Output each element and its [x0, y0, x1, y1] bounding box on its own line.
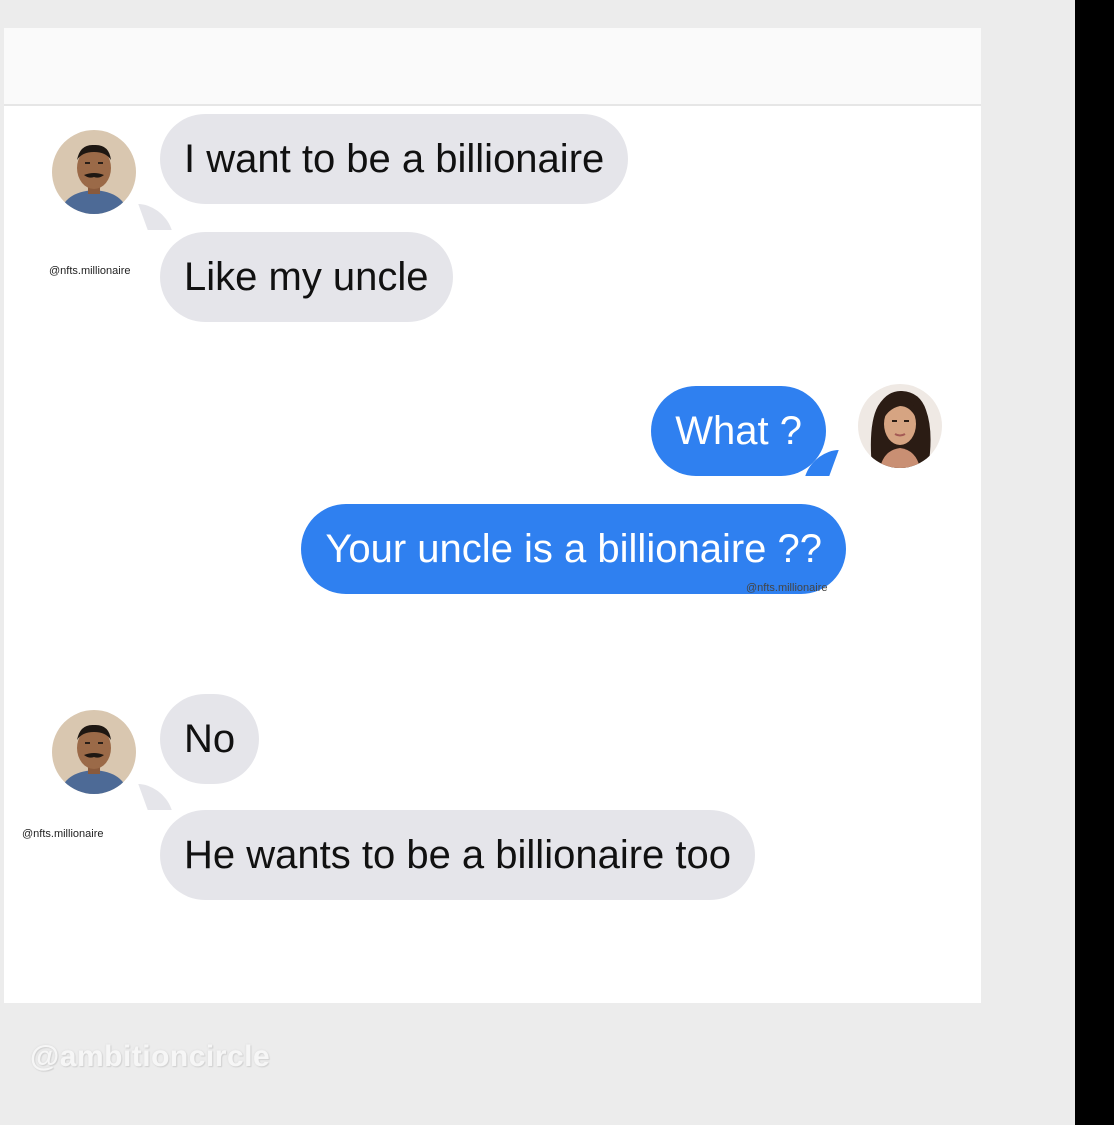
watermark-handle: @nfts.millionaire [49, 265, 131, 277]
watermark-handle: @nfts.millionaire [22, 828, 104, 840]
right-edge-bar [1075, 0, 1114, 1125]
man-avatar-icon[interactable] [52, 710, 136, 794]
message-text: Like my uncle [184, 255, 429, 299]
bubble-tail [138, 784, 172, 810]
message-text: I want to be a billionaire [184, 137, 605, 181]
message-text: Your uncle is a billionaire ?? [325, 527, 822, 571]
chat-screenshot: @nfts.millionaire I want to be a billion… [4, 28, 981, 1003]
message-bubble-incoming[interactable]: I want to be a billionaire [160, 114, 629, 204]
message-bubble-outgoing[interactable]: What ? [651, 386, 826, 476]
message-text: He wants to be a billionaire too [184, 833, 731, 877]
message-bubble-incoming[interactable]: He wants to be a billionaire too [160, 810, 755, 900]
man-avatar-icon[interactable] [52, 130, 136, 214]
message-bubble-outgoing[interactable]: Your uncle is a billionaire ?? [301, 504, 846, 594]
message-text: No [184, 717, 236, 761]
message-text: What ? [675, 409, 802, 453]
woman-avatar-icon[interactable] [858, 384, 942, 468]
source-watermark: @ambitioncircle [30, 1040, 271, 1073]
message-bubble-incoming[interactable]: Like my uncle [160, 232, 453, 322]
bubble-tail [138, 204, 172, 230]
message-bubble-incoming[interactable]: No [160, 694, 260, 784]
chat-header-bar [4, 28, 981, 106]
watermark-handle: @nfts.millionaire [746, 582, 828, 594]
